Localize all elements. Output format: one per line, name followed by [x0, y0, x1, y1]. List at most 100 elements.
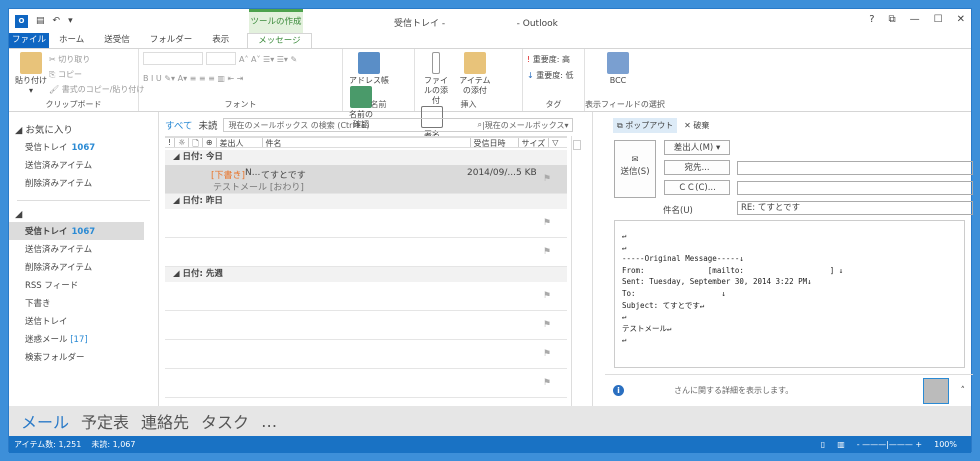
favorites-header[interactable]: ◢ お気に入り	[9, 120, 158, 138]
flag-icon[interactable]: ⚑	[543, 218, 551, 228]
tab-message[interactable]: メッセージ	[247, 33, 312, 48]
col-importance[interactable]: !	[165, 138, 176, 147]
tab-folder[interactable]: フォルダー	[140, 33, 203, 48]
people-pane: i さんに関する詳細を表示します。 ˄	[605, 374, 973, 406]
zoom-slider[interactable]: - ———|——— +	[857, 440, 922, 449]
flag-icon[interactable]: ⚑	[543, 174, 551, 184]
col-icon[interactable]: 🗋	[189, 138, 203, 148]
tab-send-receive[interactable]: 送受信	[94, 33, 140, 48]
normal-view-icon[interactable]: ▯	[821, 440, 825, 449]
nav-mail[interactable]: メール	[21, 409, 69, 433]
font-group: A˄ A˅ ☰▾ ☰▾ ✎ B I U ✎▾ A▾ ≡ ≡ ≡ ▥ ⇤ ⇥ フォ…	[139, 49, 343, 111]
search-scope[interactable]: 現在のメールボックス	[485, 120, 565, 131]
folder-junk[interactable]: 迷惑メール [17]	[9, 330, 158, 348]
address-book-button[interactable]: アドレス帳	[349, 52, 389, 86]
discard-button[interactable]: ✕ 破棄	[684, 121, 709, 130]
table-row[interactable]: ⚑	[165, 311, 567, 340]
folder-drafts[interactable]: 下書き	[9, 294, 158, 312]
table-row[interactable]: ⚑	[165, 340, 567, 369]
table-row[interactable]: ⚑	[165, 282, 567, 311]
group-header[interactable]: ◢ 日付: 先週	[165, 267, 567, 282]
col-attachment[interactable]: ⊕	[203, 138, 217, 147]
group-header[interactable]: ◢ 日付: 今日	[165, 150, 567, 165]
nav-calendar[interactable]: 予定表	[81, 409, 129, 433]
table-row[interactable]: ⚑	[165, 369, 567, 398]
nav-people[interactable]: 連絡先	[141, 409, 189, 433]
unread-count: 未読: 1,067	[91, 440, 136, 449]
filter-unread[interactable]: 未読	[198, 118, 217, 132]
nav-tasks[interactable]: タスク	[201, 409, 249, 433]
col-flag[interactable]: ▽	[549, 138, 561, 147]
help-button[interactable]: ?	[869, 14, 874, 25]
flag-icon[interactable]: ⚑	[543, 320, 551, 330]
subject-field[interactable]: RE: てすとです	[737, 201, 973, 215]
maximize-button[interactable]: ☐	[934, 14, 943, 25]
cc-button[interactable]: ＣＣ(C)...	[664, 180, 730, 195]
paste-icon	[20, 52, 42, 74]
table-row[interactable]: ⚑	[165, 209, 567, 238]
font-size-select[interactable]	[206, 52, 236, 65]
folder-search[interactable]: 検索フォルダー	[9, 348, 158, 366]
customize-qat-icon[interactable]: ▾	[68, 16, 73, 26]
flag-icon[interactable]: ⚑	[543, 291, 551, 301]
fields-label: 表示フィールドの選択	[585, 100, 665, 109]
col-received[interactable]: 受信日時	[471, 138, 519, 148]
flag-icon[interactable]: ⚑	[543, 378, 551, 388]
chevron-up-icon[interactable]: ˄	[961, 386, 966, 396]
cc-field[interactable]	[737, 181, 973, 195]
zoom-level[interactable]: 100%	[934, 440, 957, 449]
high-importance-button[interactable]: ! 重要度: 高	[527, 52, 580, 68]
paste-button[interactable]: 貼り付け ▾	[15, 52, 47, 96]
attach-file-button[interactable]: ファイルの添付	[421, 52, 451, 106]
close-button[interactable]: ✕	[957, 14, 965, 25]
search-input[interactable]: 現在のメールボックス の検索 (Ctrl+E) ⌕ | 現在のメールボックス ▾	[223, 118, 574, 132]
table-row[interactable]: [下書き] N... てすとです テストメール [おわり] 2014/09/..…	[165, 165, 567, 194]
send-button[interactable]: ✉ 送信(S)	[614, 140, 656, 198]
table-row[interactable]: ⚑	[165, 238, 567, 267]
to-button[interactable]: 宛先...	[664, 160, 730, 175]
bcc-button[interactable]: BCC	[607, 52, 629, 86]
filter-all[interactable]: すべて	[165, 118, 192, 132]
tags-group: ! 重要度: 高 ↓ 重要度: 低 タグ	[523, 49, 585, 111]
minimize-button[interactable]: —	[910, 14, 920, 25]
fav-deleted[interactable]: 削除済みアイテム	[9, 174, 158, 192]
col-reminder[interactable]: ☼	[175, 138, 190, 147]
insert-label: 挿入	[460, 100, 477, 109]
fav-inbox[interactable]: 受信トレイ 1067	[9, 138, 158, 156]
list-scrollbar[interactable]	[571, 136, 582, 406]
folder-inbox[interactable]: 受信トレイ 1067	[9, 222, 144, 240]
ribbon-tabs: ファイル ホーム 送受信 フォルダー 表示 メッセージ	[9, 33, 971, 48]
folder-outbox[interactable]: 送信トレイ	[9, 312, 158, 330]
col-from[interactable]: 差出人	[217, 138, 263, 148]
popout-button[interactable]: ⧉ ポップアウト	[613, 118, 678, 133]
message-body[interactable]: ↵ ↵ -----Original Message-----↓ From: [m…	[614, 220, 965, 368]
col-size[interactable]: サイズ	[519, 138, 550, 148]
col-subject[interactable]: 件名	[263, 138, 471, 148]
nav-more[interactable]: …	[261, 412, 277, 431]
exclamation-icon: !	[527, 55, 531, 64]
font-name-select[interactable]	[143, 52, 203, 65]
outlook-window: O ▤ ↶ ▾ ツールの作成 受信トレイ - - Outlook ? ⧉ — ☐…	[8, 8, 973, 453]
mailbox-header[interactable]: ◢	[9, 207, 158, 222]
from-button[interactable]: 差出人(M) ▾	[664, 140, 730, 155]
font-size-buttons[interactable]: A˄ A˅ ☰▾ ☰▾ ✎	[239, 52, 297, 67]
attach-item-button[interactable]: アイテムの添付	[458, 52, 492, 96]
fav-sent[interactable]: 送信済みアイテム	[9, 156, 158, 174]
tab-file[interactable]: ファイル	[9, 33, 49, 48]
tab-view[interactable]: 表示	[202, 33, 239, 48]
folder-deleted[interactable]: 削除済みアイテム	[9, 258, 158, 276]
tab-home[interactable]: ホーム	[49, 33, 94, 48]
to-field[interactable]	[737, 161, 973, 175]
ribbon-display-button[interactable]: ⧉	[889, 14, 896, 25]
reading-view-icon[interactable]: ▥	[837, 440, 845, 449]
avatar[interactable]	[922, 377, 949, 404]
folder-rss[interactable]: RSS フィード	[9, 276, 158, 294]
flag-icon[interactable]: ⚑	[543, 349, 551, 359]
low-importance-button[interactable]: ↓ 重要度: 低	[527, 68, 580, 84]
folder-sent[interactable]: 送信済みアイテム	[9, 240, 158, 258]
undo-icon[interactable]: ↶	[53, 16, 61, 26]
font-format-buttons[interactable]: B I U ✎▾ A▾ ≡ ≡ ≡ ▥ ⇤ ⇥	[143, 71, 338, 86]
flag-icon[interactable]: ⚑	[543, 247, 551, 257]
send-receive-icon[interactable]: ▤	[36, 16, 45, 26]
group-header[interactable]: ◢ 日付: 昨日	[165, 194, 567, 209]
